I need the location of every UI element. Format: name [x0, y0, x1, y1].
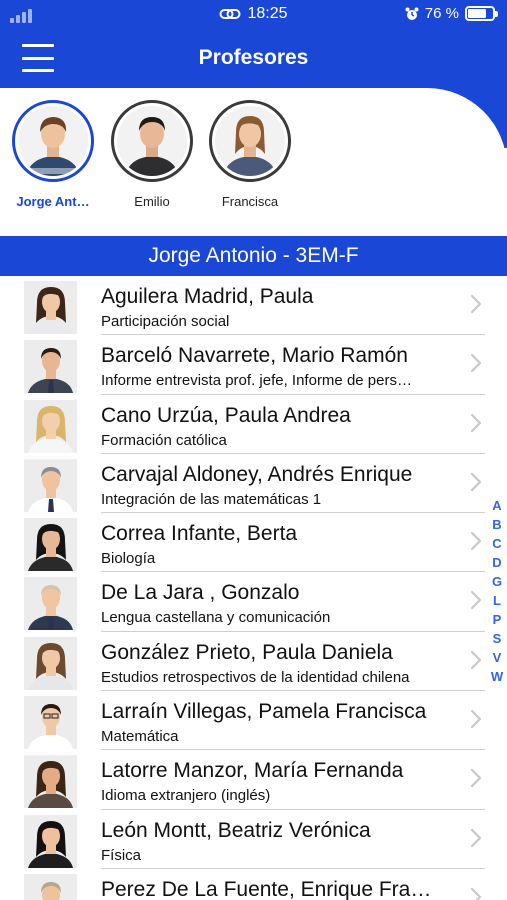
teacher-row[interactable]: De La Jara , Gonzalo Lengua castellana y … [0, 572, 507, 632]
chevron-right-icon [470, 769, 482, 788]
avatar [117, 106, 187, 176]
teacher-photo [24, 281, 77, 334]
index-letter[interactable]: C [489, 534, 505, 553]
index-letter[interactable]: V [489, 648, 505, 667]
chevron-right-icon [470, 887, 482, 900]
chevron-right-icon [470, 709, 482, 729]
battery-percent: 76 % [424, 5, 459, 22]
alarm-clock-icon [405, 7, 419, 20]
index-letter[interactable]: L [489, 591, 505, 610]
teacher-row[interactable]: Perez De La Fuente, Enrique Fra… [0, 869, 507, 900]
status-time: 18:25 [247, 5, 288, 22]
student-avatar-ring [111, 100, 193, 182]
index-letter[interactable]: S [489, 629, 505, 648]
teacher-name: De La Jara , Gonzalo [101, 581, 300, 605]
teacher-photo [24, 814, 77, 868]
alphabet-index[interactable]: ABCDGLPSVW [489, 496, 505, 686]
page-title: Profesores [198, 46, 309, 69]
teacher-row[interactable]: Latorre Manzor, María Fernanda Idioma ext… [0, 750, 507, 810]
teacher-photo [24, 873, 77, 900]
teacher-subject: Integración de las matemáticas 1 [101, 490, 322, 508]
teacher-name: González Prieto, Paula Daniela [101, 640, 393, 664]
teacher-subject: Formación católica [101, 431, 227, 449]
chevron-right-icon [470, 294, 482, 314]
teacher-row[interactable]: González Prieto, Paula Daniela Estudios r… [0, 632, 507, 692]
section-header: Jorge Antonio - 3EM-F [0, 236, 507, 276]
teacher-photo [24, 755, 77, 809]
teacher-name: Barceló Navarrete, Mario Ramón [101, 344, 408, 368]
student-name: Jorge Ant… [16, 194, 90, 209]
index-letter[interactable]: A [489, 496, 505, 515]
chevron-right-icon [470, 472, 482, 491]
teacher-name: León Montt, Beatriz Verónica [101, 818, 371, 842]
teacher-name: Cano Urzúa, Paula Andrea [101, 403, 351, 427]
teacher-subject: Matemática [101, 728, 179, 746]
teacher-photo [24, 340, 77, 394]
teacher-subject: Biología [101, 550, 156, 568]
avatar [215, 106, 285, 176]
student-selector: Jorge Ant… Emilio Francisca [0, 88, 507, 236]
index-letter[interactable]: G [489, 572, 505, 591]
teacher-photo [24, 696, 77, 750]
teacher-row[interactable]: Correa Infante, Berta Biología [0, 513, 507, 573]
teacher-name: Carvajal Aldoney, Andrés Enrique [101, 462, 413, 486]
chevron-right-icon [470, 354, 482, 373]
student-name: Francisca [221, 194, 279, 209]
teacher-photo [24, 458, 77, 512]
teacher-photo [24, 518, 77, 572]
teacher-photo [24, 399, 77, 453]
teacher-list[interactable]: Aguilera Madrid, Paula Participación soci… [0, 276, 507, 900]
teacher-subject: Participación social [101, 313, 230, 330]
index-letter[interactable]: W [489, 667, 505, 686]
teacher-name: Latorre Manzor, María Fernanda [101, 759, 404, 783]
chevron-right-icon [470, 532, 482, 551]
link-icon [219, 8, 241, 19]
student-item-emilio[interactable]: Emilio [107, 100, 197, 209]
avatar [18, 106, 88, 176]
teacher-name: Aguilera Madrid, Paula [101, 285, 314, 308]
teacher-row[interactable]: Barceló Navarrete, Mario Ramón Informe en… [0, 335, 507, 395]
chevron-right-icon [470, 413, 482, 432]
teacher-subject: Idioma extranjero (inglés) [101, 787, 271, 805]
teacher-row[interactable]: Larraín Villegas, Pamela Francisca Matemá… [0, 691, 507, 751]
chevron-right-icon [470, 828, 482, 847]
teacher-photo [24, 577, 77, 631]
teacher-subject: Física [101, 846, 142, 864]
battery-icon [465, 6, 498, 21]
index-letter[interactable]: D [489, 553, 505, 572]
teacher-name: Correa Infante, Berta [101, 522, 298, 546]
teacher-row[interactable]: León Montt, Beatriz Verónica Física [0, 810, 507, 869]
teacher-row[interactable]: Aguilera Madrid, Paula Participación soci… [0, 276, 507, 336]
teacher-row[interactable]: Carvajal Aldoney, Andrés Enrique Integrac… [0, 454, 507, 514]
index-letter[interactable]: B [489, 515, 505, 534]
teacher-subject: Estudios retrospectivos de la identidad … [101, 668, 410, 686]
student-name: Emilio [134, 194, 170, 209]
status-bar: 18:25 76 % [0, 0, 507, 30]
chevron-right-icon [470, 650, 482, 669]
teacher-photo [24, 636, 77, 690]
index-letter[interactable]: P [489, 610, 505, 629]
teacher-row[interactable]: Cano Urzúa, Paula Andrea Formación católi… [0, 395, 507, 454]
chevron-right-icon [470, 591, 482, 610]
teacher-subject: Lengua castellana y comunicación [101, 609, 331, 627]
student-avatar-ring [209, 100, 291, 182]
teacher-name: Larraín Villegas, Pamela Francisca [101, 700, 427, 724]
student-item-jorge[interactable]: Jorge Ant… [8, 100, 98, 209]
app-header: Profesores [0, 30, 507, 90]
teacher-subject: Informe entrevista prof. jefe, Informe d… [101, 372, 412, 390]
teacher-name: Perez De La Fuente, Enrique Fra… [101, 877, 432, 900]
student-item-francisca[interactable]: Francisca [205, 100, 295, 209]
student-avatar-ring [12, 100, 94, 182]
